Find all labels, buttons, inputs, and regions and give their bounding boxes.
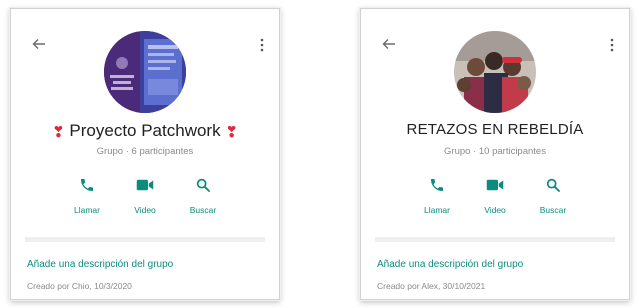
group-title: ❣ Proyecto Patchwork ❣ [11,121,279,141]
group-name: RETAZOS EN REBELDÍA [406,121,584,138]
created-by-text: Creado por Chio, 10/3/2020 [27,281,132,291]
call-label: Llamar [74,205,100,215]
call-button[interactable]: Llamar [69,175,105,215]
video-button[interactable]: Video [127,175,163,215]
group-avatar-photo [454,31,536,113]
back-arrow-icon[interactable] [381,36,397,52]
section-divider [375,237,615,242]
search-label: Buscar [189,205,217,215]
heart-icon: ❣ [225,124,238,141]
search-button[interactable]: Buscar [185,175,221,215]
heart-icon: ❣ [52,124,65,141]
group-actions: Llamar Video Buscar [361,175,629,215]
phone-icon [431,179,443,191]
phone-icon [81,179,93,191]
group-avatar[interactable] [104,31,186,113]
search-icon [546,178,560,192]
group-participants: Grupo · 10 participantes [444,146,546,157]
more-vert-icon[interactable] [609,37,615,53]
group-avatar-image [104,31,186,113]
call-label: Llamar [424,205,450,215]
search-label: Buscar [539,205,567,215]
video-camera-icon [136,179,154,191]
group-info-card-retazos-en-rebeldia: RETAZOS EN REBELDÍA Grupo · 10 participa… [360,8,630,300]
back-arrow-icon[interactable] [31,36,47,52]
group-participants: Grupo · 6 participantes [96,146,194,157]
group-title: RETAZOS EN REBELDÍA [361,121,629,138]
add-description-link[interactable]: Añade una descripción del grupo [27,259,173,270]
video-button[interactable]: Video [477,175,513,215]
video-label: Video [484,205,506,215]
section-divider [25,237,265,242]
call-button[interactable]: Llamar [419,175,455,215]
group-actions: Llamar Video Buscar [11,175,279,215]
search-icon [196,178,210,192]
group-info-card-proyecto-patchwork: ❣ Proyecto Patchwork ❣ Grupo · 6 partici… [10,8,280,300]
search-button[interactable]: Buscar [535,175,571,215]
group-avatar[interactable] [454,31,536,113]
created-by-text: Creado por Alex, 30/10/2021 [377,281,486,291]
add-description-link[interactable]: Añade una descripción del grupo [377,259,523,270]
group-name: Proyecto Patchwork [69,121,221,140]
video-camera-icon [486,179,504,191]
more-vert-icon[interactable] [259,37,265,53]
video-label: Video [134,205,156,215]
